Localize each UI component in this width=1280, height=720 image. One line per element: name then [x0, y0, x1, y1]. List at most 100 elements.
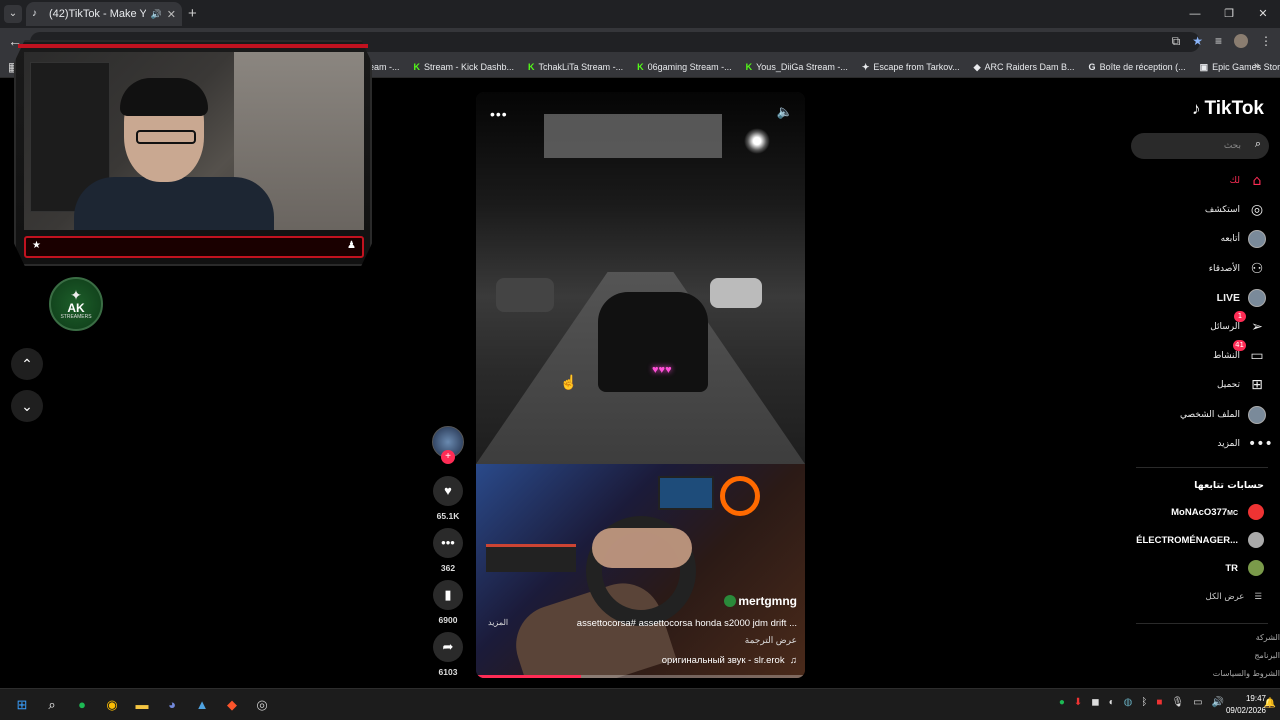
spotify-icon[interactable]: ● [72, 695, 92, 715]
photos-icon[interactable]: ▲ [192, 695, 212, 715]
video-progress-bar[interactable] [476, 675, 805, 678]
sidebar-item-messages[interactable]: الرسائل ➢ 1 [1210, 311, 1266, 337]
close-tab-icon[interactable]: ✕ [167, 8, 176, 21]
tab-search-button[interactable]: ⌄ [4, 5, 22, 23]
bookmark-label: Boîte de réception (... [1099, 62, 1186, 72]
kick-icon: K [413, 62, 421, 72]
new-tab-button[interactable]: + [188, 5, 197, 22]
video-progress-fill [476, 675, 582, 678]
video-sound[interactable]: оригинальный звук - slr.erok ♫ [662, 655, 797, 666]
search-taskbar-icon[interactable]: ⌕ [42, 695, 62, 715]
sidebar-item-label: لك [1229, 176, 1240, 186]
kebab-menu-icon[interactable]: ⋮ [1260, 34, 1272, 49]
next-video-button[interactable]: ⌄ [11, 390, 43, 422]
sidebar-item-compass[interactable]: استكشف ◎ [1205, 200, 1266, 220]
taskbar-clock[interactable]: 19:47 09/02/2026 [1226, 693, 1266, 717]
sidebar-item-label: LIVE [1216, 291, 1240, 304]
tray-network-icon[interactable]: ▭ [1193, 697, 1202, 708]
tray-volume-icon[interactable]: 🔊 [1212, 697, 1224, 708]
bookmark-item[interactable]: ▣Epic Games Store |... [1200, 62, 1280, 73]
profile-avatar-icon[interactable] [1234, 34, 1248, 48]
tiktok-logo[interactable]: ♪ TikTok [1192, 98, 1264, 120]
footer-company-link[interactable]: الشركة [1256, 633, 1280, 642]
tray-mic-icon[interactable]: 🎙 [1171, 697, 1184, 708]
sidebar-item-upload[interactable]: تحميل ⊞ [1217, 375, 1266, 395]
search-input[interactable] [1141, 137, 1241, 155]
brave-icon[interactable]: ◆ [222, 695, 242, 715]
window-controls: — ❐ ✕ [1178, 0, 1280, 28]
video-player[interactable]: ♥♥♥ ••• 🔈 mertgmng assettocorsa# assetto… [476, 92, 805, 678]
bookmark-star-icon[interactable]: ★ [1192, 34, 1203, 49]
arc-icon: ◆ [973, 61, 981, 72]
bookmark-item[interactable]: K TchakLiTa Stream -... [528, 62, 623, 72]
tray-download-icon[interactable]: ⬇ [1074, 697, 1082, 708]
file-explorer-icon[interactable]: ▬ [132, 695, 152, 715]
sidebar-item-friends[interactable]: الأصدقاء ⚇ [1209, 259, 1266, 279]
comment-button[interactable]: ••• [433, 528, 463, 558]
logo-text: AK [67, 301, 85, 315]
sidebar-item-live[interactable]: LIVE [1217, 288, 1266, 308]
obs-icon[interactable]: ◎ [252, 695, 272, 715]
bookmark-item[interactable]: ✦ Escape from Tarkov... [862, 62, 960, 73]
chrome-icon[interactable]: ◉ [102, 695, 122, 715]
webcam-person-body [74, 177, 274, 230]
sidebar-item-label: الملف الشخصي [1180, 409, 1240, 420]
tiktok-favicon-icon: ♪ [32, 8, 37, 19]
discord-icon[interactable]: ◕ [162, 695, 182, 715]
heart-lights-icon: ♥♥♥ [652, 364, 672, 376]
close-window-icon[interactable]: ✕ [1246, 0, 1280, 28]
tray-steam-icon[interactable]: ◍ [1124, 697, 1133, 708]
search-bar[interactable]: ⌕ [1131, 133, 1269, 159]
following-account[interactable]: ÉLECTROMÉNAGER... [1136, 531, 1264, 549]
bookmark-item[interactable]: G Boîte de réception (... [1089, 62, 1186, 72]
sidebar-item-more[interactable]: المزيد ••• [1217, 434, 1273, 454]
see-all-link[interactable]: عرض الكل ☰ [1206, 592, 1262, 602]
tray-spotify-icon[interactable]: ● [1059, 697, 1065, 708]
save-button[interactable]: ▮ [433, 580, 463, 610]
sidebar-item-activity[interactable]: النشاط ▭ 41 [1213, 340, 1266, 366]
notification-icon[interactable]: 🔔 [1264, 698, 1276, 709]
share-button[interactable]: ➦ [433, 632, 463, 662]
search-icon[interactable]: ⌕ [1255, 138, 1261, 151]
minimize-icon[interactable]: — [1178, 0, 1212, 28]
bookmark-item[interactable]: ◆ ARC Raiders Dam B... [974, 62, 1075, 73]
music-note-icon: ♫ [787, 655, 797, 666]
windows-start-icon[interactable]: ⊞ [12, 695, 32, 715]
bookmark-list: ream -... K Stream - Kick Dashb... K TchakLi… [362, 56, 1280, 78]
following-account[interactable]: MoNAcO377MC [1171, 503, 1264, 521]
tab-tiktok[interactable]: ♪ (42)TikTok - Make Your Day 🔊 ✕ [26, 2, 182, 26]
tray-bluetooth-icon[interactable]: ᛒ [1141, 697, 1147, 708]
epic-icon: ▣ [1199, 61, 1209, 72]
follow-plus-icon[interactable]: + [441, 450, 455, 464]
more-link[interactable]: المزيد [488, 618, 508, 627]
like-button[interactable]: ♥ [433, 476, 463, 506]
volume-icon[interactable]: 🔈 [777, 104, 793, 120]
video-options-icon[interactable]: ••• [490, 106, 508, 122]
speaker-icon[interactable]: 🔊 [151, 9, 162, 20]
sidebar-item-profile[interactable]: الملف الشخصي [1180, 405, 1266, 425]
sidebar-item-home[interactable]: لك ⌂ [1230, 171, 1266, 191]
tray-app-icon[interactable]: ◼ [1091, 697, 1099, 708]
sidebar-item-following[interactable]: أتابعه [1221, 229, 1266, 249]
previous-video-button[interactable]: ⌃ [11, 348, 43, 380]
tray-gamepad-icon[interactable]: ◐ [1109, 697, 1115, 708]
footer-program-link[interactable]: البرنامج [1254, 651, 1280, 660]
maximize-icon[interactable]: ❐ [1212, 0, 1246, 28]
footer-terms-link[interactable]: الشروط والسياسات [1213, 669, 1280, 678]
video-description[interactable]: assettocorsa# assettocorsa honda s2000 j… [577, 618, 797, 629]
bookmarks-overflow-icon[interactable]: » [1254, 60, 1260, 72]
tray-record-icon[interactable]: ■ [1156, 697, 1162, 708]
sound-label: оригинальный звук - slr.erok [661, 655, 785, 666]
see-translation-link[interactable]: عرض الترجمة [745, 635, 797, 646]
bookmark-item[interactable]: K Stream - Kick Dashb... [414, 62, 515, 72]
account-suffix: MC [1227, 509, 1238, 517]
install-app-icon[interactable]: ⧉ [1172, 34, 1181, 49]
media-controls-icon[interactable]: ≡ [1215, 34, 1222, 49]
video-author[interactable]: mertgmng [724, 594, 797, 608]
bookmark-item[interactable]: K 06gaming Stream -... [637, 62, 732, 72]
tab-title: (42)TikTok - Make Your Day [49, 8, 146, 20]
following-account[interactable]: TR [1225, 559, 1264, 577]
bookmark-item[interactable]: K Yous_DiiGa Stream -... [746, 62, 848, 72]
more-icon: ••• [1248, 435, 1273, 452]
share-icon: ➦ [442, 639, 454, 654]
